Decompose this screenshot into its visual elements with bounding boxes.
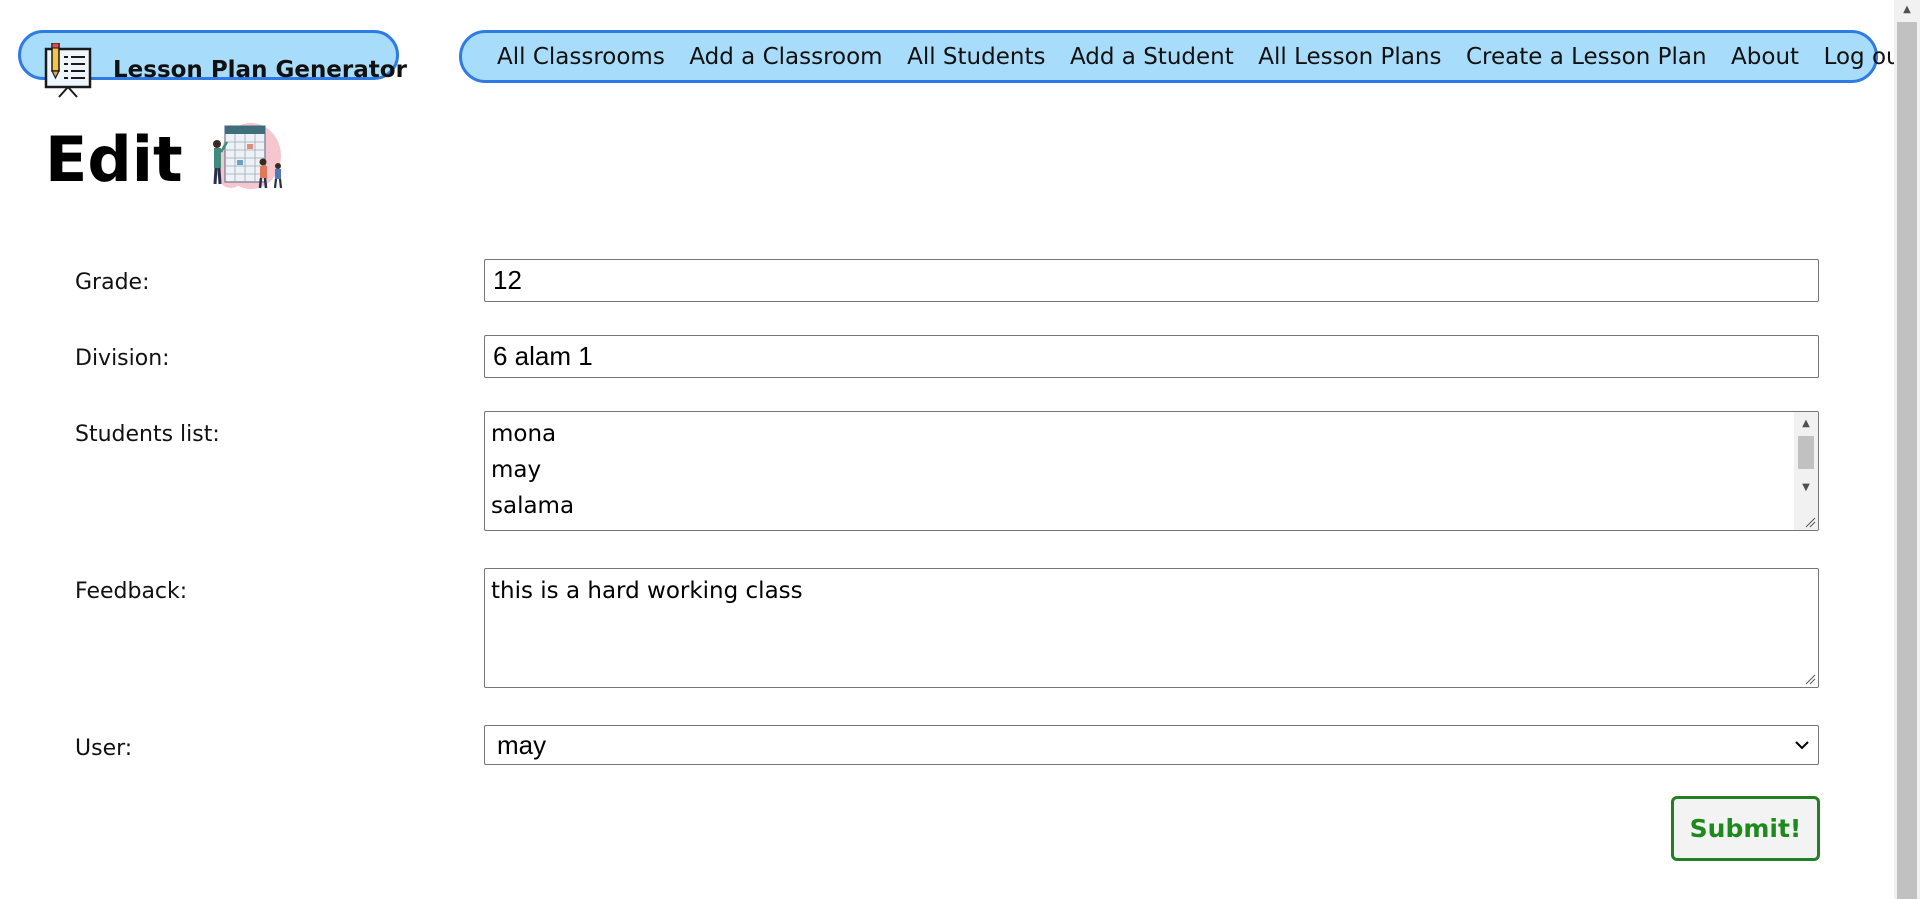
scroll-up-arrow-icon[interactable]: ▲ bbox=[1794, 414, 1818, 434]
brand-title[interactable]: Lesson Plan Generator bbox=[113, 57, 407, 83]
scroll-thumb[interactable] bbox=[1798, 436, 1814, 469]
student-line: mona bbox=[491, 421, 557, 447]
student-line: may bbox=[491, 457, 542, 483]
feedback-text: this is a hard working class bbox=[491, 578, 803, 604]
page-scrollbar[interactable]: ▲ bbox=[1894, 0, 1920, 899]
page: Lesson Plan Generator All Classrooms Add… bbox=[0, 0, 1920, 899]
students-list-scrollbar[interactable]: ▲ ▼ bbox=[1794, 412, 1818, 530]
planning-illustration bbox=[213, 123, 283, 189]
chevron-down-icon bbox=[1795, 741, 1809, 750]
scroll-down-arrow-icon[interactable]: ▼ bbox=[1794, 478, 1818, 498]
grade-label: Grade: bbox=[75, 270, 150, 295]
nav-add-student[interactable]: Add a Student bbox=[1070, 44, 1234, 70]
division-label: Division: bbox=[75, 346, 170, 371]
main-nav: All Classrooms Add a Classroom All Stude… bbox=[459, 30, 1910, 83]
user-label: User: bbox=[75, 736, 133, 761]
submit-button[interactable]: Submit! bbox=[1671, 796, 1820, 861]
classroom-board-icon bbox=[44, 43, 92, 98]
feedback-textarea[interactable]: this is a hard working class bbox=[484, 568, 1819, 688]
brand-pill[interactable]: Lesson Plan Generator bbox=[18, 30, 407, 98]
page-title: Edit bbox=[45, 123, 183, 196]
grade-input[interactable] bbox=[484, 259, 1819, 302]
nav-add-classroom[interactable]: Add a Classroom bbox=[689, 44, 882, 70]
student-line: salama bbox=[491, 493, 575, 519]
resize-grip-icon[interactable] bbox=[1804, 673, 1816, 685]
students-list-label: Students list: bbox=[75, 422, 220, 447]
user-select[interactable]: may bbox=[484, 725, 1819, 765]
nav-all-students[interactable]: All Students bbox=[907, 44, 1045, 70]
nav-create-lesson-plan[interactable]: Create a Lesson Plan bbox=[1466, 44, 1707, 70]
resize-grip-icon[interactable] bbox=[1804, 516, 1816, 528]
students-list-textarea[interactable]: mona may salama ▲ ▼ bbox=[484, 411, 1819, 531]
nav-all-classrooms[interactable]: All Classrooms bbox=[497, 44, 665, 70]
nav-about[interactable]: About bbox=[1731, 44, 1799, 70]
division-input[interactable] bbox=[484, 335, 1819, 378]
page-scroll-thumb[interactable] bbox=[1897, 22, 1917, 899]
feedback-label: Feedback: bbox=[75, 579, 188, 604]
nav-all-lesson-plans[interactable]: All Lesson Plans bbox=[1258, 44, 1441, 70]
scroll-up-arrow-icon[interactable]: ▲ bbox=[1894, 0, 1920, 20]
user-select-value: may bbox=[497, 730, 547, 760]
